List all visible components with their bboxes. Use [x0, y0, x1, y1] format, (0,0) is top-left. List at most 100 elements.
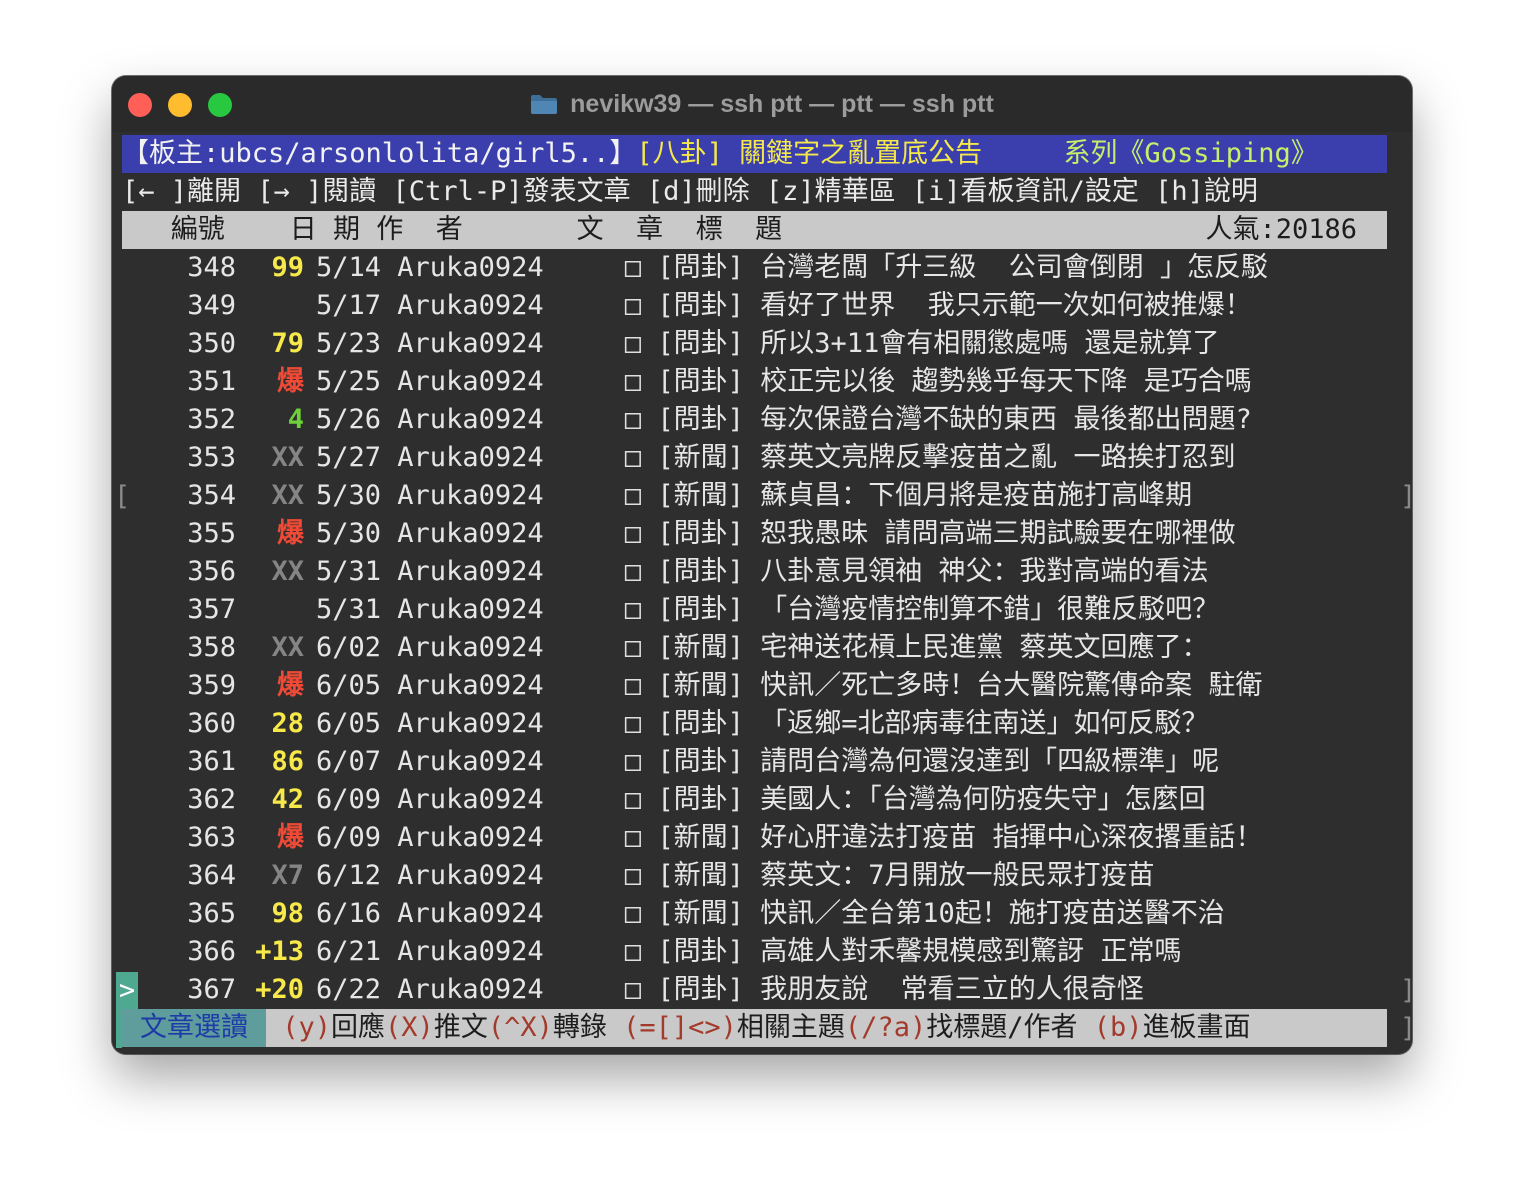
shortcut-label: 推文 [433, 1012, 488, 1043]
article-author: Aruka0924 [397, 670, 544, 701]
article-author: Aruka0924 [397, 518, 544, 549]
recommend-count: 28 [271, 708, 304, 739]
article-row[interactable]: 352 4 5/26 Aruka0924 □ [問卦] 每次保證台灣不缺的東西 最後… [122, 401, 1387, 439]
article-checkbox: □ [624, 594, 642, 625]
article-author: Aruka0924 [397, 556, 544, 587]
article-checkbox: □ [624, 290, 642, 321]
article-title: [問卦] 恕我愚昧 請問高端三期試驗要在哪裡做 [657, 518, 1236, 549]
article-date: 5/23 [316, 328, 382, 359]
shortcut-key: (/?a) [844, 1012, 927, 1043]
status-bar: 文章選讀 (y)回應(X)推文(^X)轉錄 (=[]<>)相關主題(/?a)找標… [122, 1009, 1387, 1047]
article-author: Aruka0924 [397, 860, 544, 891]
article-row[interactable]: 350 79 5/23 Aruka0924 □ [問卦] 所以3+11會有相關懲處嗎… [122, 325, 1387, 363]
article-checkbox: □ [624, 822, 642, 853]
article-checkbox: □ [624, 974, 642, 1005]
article-number: 362 [187, 784, 236, 815]
article-checkbox: □ [624, 670, 642, 701]
article-checkbox: □ [624, 518, 642, 549]
article-row[interactable]: 362 42 6/09 Aruka0924 □ [問卦] 美國人：「台灣為何防疫失守… [122, 781, 1387, 819]
article-row[interactable]: 366 +13 6/21 Aruka0924 □ [問卦] 高雄人對禾馨規模感到驚訝… [122, 933, 1387, 971]
recommend-count: 86 [271, 746, 304, 777]
article-row[interactable]: 355 爆 5/30 Aruka0924 □ [問卦] 恕我愚昧 請問高端三期試驗要… [122, 515, 1387, 553]
shortcut-key: (^X) [487, 1012, 553, 1043]
article-number: 352 [187, 404, 236, 435]
article-row[interactable]: 349 5/17 Aruka0924 □ [問卦] 看好了世界 我只示範一次如何被… [122, 287, 1387, 325]
article-checkbox: □ [624, 898, 642, 929]
article-title: [新聞] 蔡英文：7月開放一般民眾打疫苗 [657, 860, 1155, 891]
article-author: Aruka0924 [397, 898, 544, 929]
article-checkbox: □ [624, 632, 642, 663]
command-hints: [← ]離開 [→ ]閱讀 [Ctrl-P]發表文章 [d]刪除 [z]精華區 … [122, 176, 1258, 207]
article-title: [問卦] 八卦意見領袖 神父：我對高端的看法 [657, 556, 1209, 587]
article-row[interactable]: 354 XX 5/30 Aruka0924 □ [新聞] 蘇貞昌：下個月將是疫苗施打… [122, 477, 1387, 515]
article-row[interactable]: 348 99 5/14 Aruka0924 □ [問卦] 台灣老闆「升三級 公司會倒… [122, 249, 1387, 287]
article-author: Aruka0924 [397, 936, 544, 967]
article-title: [新聞] 蔡英文亮牌反擊疫苗之亂 一路挨打忍到 [657, 442, 1236, 473]
article-row[interactable]: 359 爆 6/05 Aruka0924 □ [新聞] 快訊／死亡多時！台大醫院驚傳… [122, 667, 1387, 705]
mode-badge: 文章選讀 [122, 1009, 266, 1047]
article-row[interactable]: 360 28 6/05 Aruka0924 □ [問卦] 「返鄉=北部病毒往南送」如… [122, 705, 1387, 743]
article-date: 6/21 [316, 936, 382, 967]
recommend-count: XX [271, 480, 304, 511]
recommend-count: XX [271, 556, 304, 587]
recommend-count: XX [271, 442, 304, 473]
article-author: Aruka0924 [397, 404, 544, 435]
article-checkbox: □ [624, 860, 642, 891]
article-row[interactable]: 357 5/31 Aruka0924 □ [問卦] 「台灣疫情控制算不錯」很難反駁… [122, 591, 1387, 629]
article-author: Aruka0924 [397, 822, 544, 853]
article-title: [問卦] 「台灣疫情控制算不錯」很難反駁吧？ [657, 594, 1220, 625]
article-title: [問卦] 校正完以後 趨勢幾乎每天下降 是巧合嗎 [657, 366, 1252, 397]
article-number: 351 [187, 366, 236, 397]
article-row[interactable]: 358 XX 6/02 Aruka0924 □ [新聞] 宅神送花槓上民進黨 蔡英文… [122, 629, 1387, 667]
article-row[interactable]: 356 XX 5/31 Aruka0924 □ [問卦] 八卦意見領袖 神父：我對高… [122, 553, 1387, 591]
recommend-count: XX [271, 632, 304, 663]
article-date: 6/05 [316, 670, 382, 701]
shortcut-label: 找標題/作者 [926, 1012, 1078, 1043]
article-title: [問卦] 台灣老闆「升三級 公司會倒閉 」怎反駁 [657, 252, 1268, 283]
article-title: [新聞] 宅神送花槓上民進黨 蔡英文回應了： [657, 632, 1209, 663]
article-number: 364 [187, 860, 236, 891]
terminal-window: nevikw39 — ssh ptt — ptt — ssh ptt 【板主:u… [112, 76, 1412, 1054]
article-date: 5/17 [316, 290, 382, 321]
recommend-count: +20 [255, 974, 304, 1005]
article-title: [問卦] 高雄人對禾馨規模感到驚訝 正常嗎 [657, 936, 1182, 967]
article-author: Aruka0924 [397, 290, 544, 321]
article-row[interactable]: 365 98 6/16 Aruka0924 □ [新聞] 快訊／全台第10起！施打疫… [122, 895, 1387, 933]
article-checkbox: □ [624, 480, 642, 511]
article-number: 350 [187, 328, 236, 359]
column-labels: 編號 日 期 作 者 文 章 標 題 [122, 214, 783, 245]
article-title: [問卦] 「返鄉=北部病毒往南送」如何反駁？ [657, 708, 1209, 739]
article-date: 6/09 [316, 784, 382, 815]
right-bracket-marker: ] [1400, 478, 1412, 516]
status-shortcuts: (y)回應(X)推文(^X)轉錄 (=[]<>)相關主題(/?a)找標題/作者 … [266, 1012, 1251, 1043]
article-date: 5/25 [316, 366, 382, 397]
article-checkbox: □ [624, 556, 642, 587]
terminal-screen[interactable]: 【板主:ubcs/arsonlolita/girl5..】[八卦] 關鍵字之亂置… [112, 132, 1412, 1054]
article-date: 6/07 [316, 746, 382, 777]
article-row[interactable]: 367 +20 6/22 Aruka0924 □ [問卦] 我朋友說 常看三立的人很… [122, 971, 1387, 1009]
article-number: 363 [187, 822, 236, 853]
article-author: Aruka0924 [397, 252, 544, 283]
shortcut-label: 相關主題 [736, 1012, 845, 1043]
article-date: 6/09 [316, 822, 382, 853]
article-checkbox: □ [624, 784, 642, 815]
article-title: [問卦] 看好了世界 我只示範一次如何被推爆！ [657, 290, 1252, 321]
article-row[interactable]: 353 XX 5/27 Aruka0924 □ [新聞] 蔡英文亮牌反擊疫苗之亂 一… [122, 439, 1387, 477]
article-date: 5/31 [316, 556, 382, 587]
article-checkbox: □ [624, 404, 642, 435]
recommend-count: 79 [271, 328, 304, 359]
article-row[interactable]: 363 爆 6/09 Aruka0924 □ [新聞] 好心肝違法打疫苗 指揮中心深… [122, 819, 1387, 857]
board-header: 【板主:ubcs/arsonlolita/girl5..】[八卦] 關鍵字之亂置… [122, 135, 1387, 173]
article-row[interactable]: 364 X7 6/12 Aruka0924 □ [新聞] 蔡英文：7月開放一般民眾打… [122, 857, 1387, 895]
article-author: Aruka0924 [397, 974, 544, 1005]
article-row[interactable]: 361 86 6/07 Aruka0924 □ [問卦] 請問台灣為何還沒達到「四級… [122, 743, 1387, 781]
article-author: Aruka0924 [397, 442, 544, 473]
article-checkbox: □ [624, 252, 642, 283]
shortcut-label: 進板畫面 [1142, 1012, 1251, 1043]
article-date: 5/30 [316, 480, 382, 511]
article-row[interactable]: 351 爆 5/25 Aruka0924 □ [問卦] 校正完以後 趨勢幾乎每天下降… [122, 363, 1387, 401]
article-checkbox: □ [624, 366, 642, 397]
article-author: Aruka0924 [397, 480, 544, 511]
shortcut-label: 轉錄 [552, 1012, 607, 1043]
article-date: 6/05 [316, 708, 382, 739]
